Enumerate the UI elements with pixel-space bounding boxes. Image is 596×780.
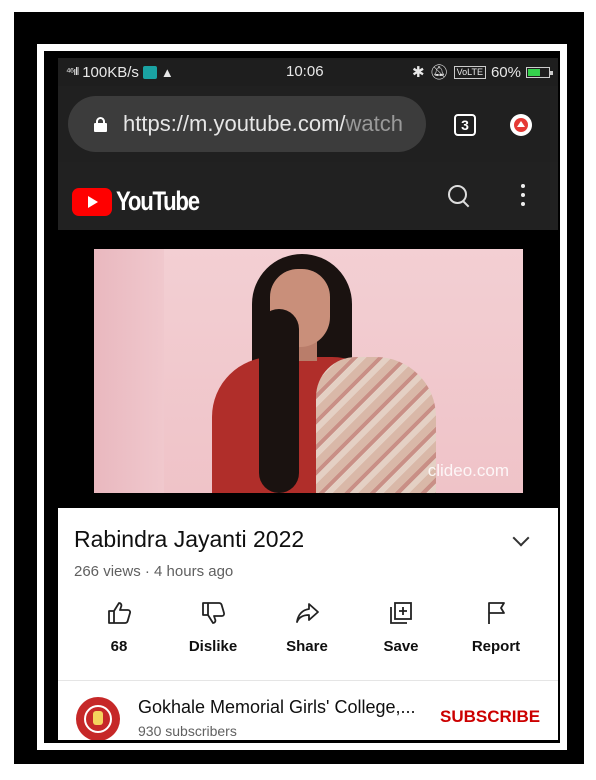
like-count: 68: [110, 638, 128, 655]
video-title[interactable]: Rabindra Jayanti 2022: [74, 526, 304, 553]
status-bar: ⁴⁶ıll 100KB/s ▲ 10:06 ✱ 🔕︎ VoLTE 60%: [58, 58, 558, 86]
tab-switcher-button[interactable]: 3: [454, 114, 476, 136]
save-playlist-icon: [388, 600, 414, 626]
report-label: Report: [471, 638, 521, 655]
channel-row[interactable]: Gokhale Memorial Girls' College,... 930 …: [58, 681, 558, 740]
thumbs-up-icon: [106, 600, 132, 626]
battery-percent: 60%: [490, 63, 521, 81]
network-speed: 100KB/s: [82, 63, 139, 81]
more-options-icon[interactable]: [520, 184, 526, 210]
channel-avatar[interactable]: [76, 697, 120, 740]
lock-icon: [94, 116, 107, 132]
youtube-play-icon: [72, 187, 112, 216]
share-label: Share: [286, 638, 328, 655]
share-icon: [294, 600, 320, 626]
status-time: 10:06: [286, 63, 324, 80]
battery-icon: [526, 66, 553, 78]
video-watermark: clideo.com: [427, 461, 509, 480]
url-text: https://m.youtube.com/watch: [123, 111, 404, 136]
phone-screen: ⁴⁶ıll 100KB/s ▲ 10:06 ✱ 🔕︎ VoLTE 60% htt…: [58, 58, 558, 740]
volte-badge: VoLTE: [453, 65, 486, 79]
action-row: 68 Dislike Share Save Report: [58, 600, 558, 670]
video-info: Rabindra Jayanti 2022 266 views · 4 hour…: [58, 508, 558, 740]
video-player[interactable]: clideo.com: [58, 230, 558, 508]
chevron-down-icon[interactable]: [512, 529, 530, 547]
warning-icon: ▲: [160, 64, 174, 80]
like-button[interactable]: 68: [74, 600, 164, 655]
dislike-button[interactable]: Dislike: [168, 600, 258, 655]
address-bar[interactable]: https://m.youtube.com/watch: [68, 96, 426, 152]
signal-icon: ⁴⁶ıll: [66, 66, 79, 78]
subscribe-button[interactable]: SUBSCRIBE: [440, 707, 540, 727]
mute-bell-icon: 🔕︎: [429, 64, 449, 81]
channel-subscribers: 930 subscribers: [138, 723, 237, 739]
channel-name[interactable]: Gokhale Memorial Girls' College,...: [138, 697, 416, 718]
video-meta: 266 views · 4 hours ago: [74, 563, 234, 580]
search-icon[interactable]: [447, 184, 471, 208]
dislike-label: Dislike: [188, 638, 238, 655]
youtube-header: YouTube: [58, 162, 558, 230]
youtube-wordmark: YouTube: [116, 186, 200, 216]
save-button[interactable]: Save: [356, 600, 446, 655]
flag-icon: [483, 600, 509, 626]
browser-update-button[interactable]: [510, 114, 532, 136]
thumbs-down-icon: [200, 600, 226, 626]
video-frame[interactable]: clideo.com: [94, 249, 523, 493]
browser-toolbar: https://m.youtube.com/watch 3: [58, 86, 558, 162]
share-button[interactable]: Share: [262, 600, 352, 655]
arrow-up-icon: [514, 118, 528, 132]
bluetooth-icon: ✱: [411, 64, 425, 81]
chat-notification-icon: [142, 65, 157, 79]
youtube-logo[interactable]: YouTube: [72, 186, 217, 217]
save-label: Save: [383, 638, 419, 655]
report-button[interactable]: Report: [451, 600, 541, 655]
